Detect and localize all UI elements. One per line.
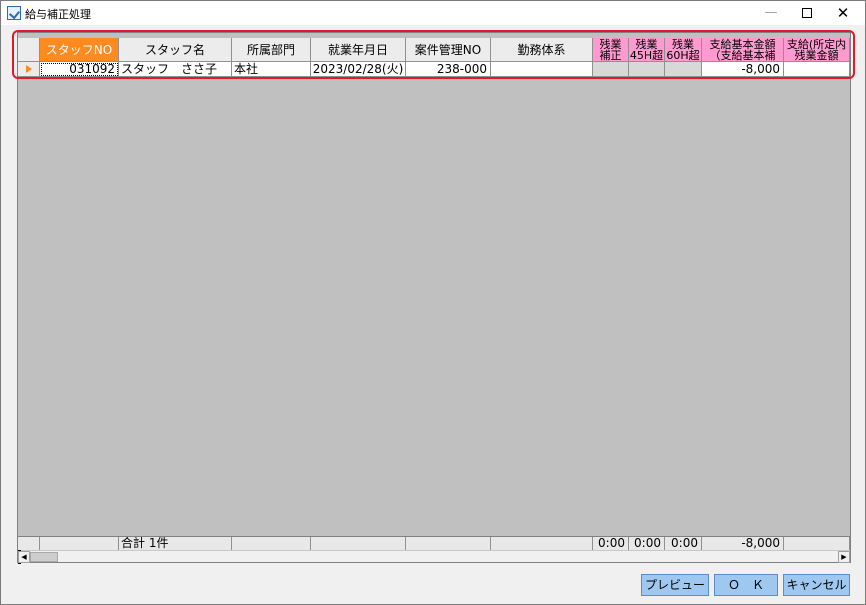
totals-blank	[311, 537, 406, 550]
scroll-right-button[interactable]: ▶	[838, 551, 850, 563]
column-header-department[interactable]: 所属部門	[232, 38, 311, 62]
cell-department[interactable]: 本社	[232, 62, 311, 77]
column-header-project-no[interactable]: 案件管理NO	[406, 38, 491, 62]
cell-staff-name[interactable]: スタッフ ささ子	[119, 62, 232, 77]
grid-header-row: スタッフNO スタッフ名 所属部門 就業年月日 案件管理NO 勤務体系 残業 補…	[18, 38, 850, 62]
column-header-overtime-60h[interactable]: 残業 60H超	[665, 38, 702, 62]
preview-button[interactable]: プレビュー	[641, 574, 709, 596]
totals-blank	[18, 537, 40, 550]
totals-base-amount: -8,000	[702, 537, 784, 550]
totals-row: 合計 1件 0:00 0:00 0:00 -8,000	[18, 536, 850, 550]
cell-overtime-adj[interactable]	[593, 62, 629, 77]
column-header-base-amount[interactable]: 支給基本金額 （支給基本補	[702, 38, 784, 62]
data-grid[interactable]: スタッフNO スタッフ名 所属部門 就業年月日 案件管理NO 勤務体系 残業 補…	[17, 32, 851, 564]
close-button[interactable]: ✕	[825, 1, 861, 25]
header-line: 60H超	[666, 49, 700, 62]
cell-overtime-60h[interactable]	[665, 62, 702, 77]
app-icon	[7, 6, 21, 20]
minimize-button[interactable]: —	[753, 1, 789, 25]
window-title: 給与補正処理	[25, 8, 91, 21]
header-line: 補正	[599, 49, 622, 62]
horizontal-scrollbar[interactable]: ◀ ▶	[18, 550, 850, 564]
totals-overtime-60h: 0:00	[665, 537, 702, 550]
cell-work-date[interactable]: 2023/02/28(火)	[311, 62, 406, 77]
column-header-scheduled-overtime[interactable]: 支給(所定内 残業金額	[784, 38, 850, 62]
app-window: 給与補正処理 — ✕ スタッフNO スタッフ名 所属部門 就業年月日 案件管理N…	[0, 0, 866, 605]
maximize-icon	[802, 7, 812, 18]
maximize-button[interactable]	[789, 1, 825, 25]
totals-blank	[232, 537, 311, 550]
title-bar: 給与補正処理 — ✕	[1, 1, 865, 25]
totals-blank	[40, 537, 119, 550]
header-line: 45H超	[629, 49, 664, 62]
current-row-icon	[26, 65, 32, 73]
cancel-button[interactable]: キャンセル	[783, 574, 850, 596]
header-line: 残業金額	[794, 49, 839, 62]
header-corner[interactable]	[18, 38, 40, 62]
totals-overtime-adj: 0:00	[593, 537, 629, 550]
column-header-staff-name[interactable]: スタッフ名	[119, 38, 232, 62]
cell-work-system[interactable]	[491, 62, 593, 77]
totals-overtime-45h: 0:00	[629, 537, 665, 550]
totals-blank	[406, 537, 491, 550]
ok-button[interactable]: Ｏ Ｋ	[714, 574, 778, 596]
header-line: （支給基本補	[709, 49, 776, 62]
totals-count: 合計 1件	[119, 537, 232, 550]
column-header-work-date[interactable]: 就業年月日	[311, 38, 406, 62]
cell-overtime-45h[interactable]	[629, 62, 665, 77]
cell-staff-no[interactable]: 031092	[40, 62, 119, 77]
scroll-left-button[interactable]: ◀	[18, 551, 30, 563]
column-header-overtime-45h[interactable]: 残業 45H超	[629, 38, 665, 62]
column-header-work-system[interactable]: 勤務体系	[491, 38, 593, 62]
cell-project-no[interactable]: 238-000	[406, 62, 491, 77]
totals-blank	[491, 537, 593, 550]
column-header-overtime-adj[interactable]: 残業 補正	[593, 38, 629, 62]
cell-scheduled-overtime[interactable]	[784, 62, 850, 77]
totals-blank	[784, 537, 850, 550]
cell-base-amount[interactable]: -8,000	[702, 62, 784, 77]
column-header-staff-no[interactable]: スタッフNO	[40, 38, 119, 62]
scroll-thumb[interactable]	[30, 552, 58, 562]
row-selector[interactable]	[18, 62, 40, 77]
table-row[interactable]: 031092 スタッフ ささ子 本社 2023/02/28(火) 238-000…	[18, 62, 850, 77]
